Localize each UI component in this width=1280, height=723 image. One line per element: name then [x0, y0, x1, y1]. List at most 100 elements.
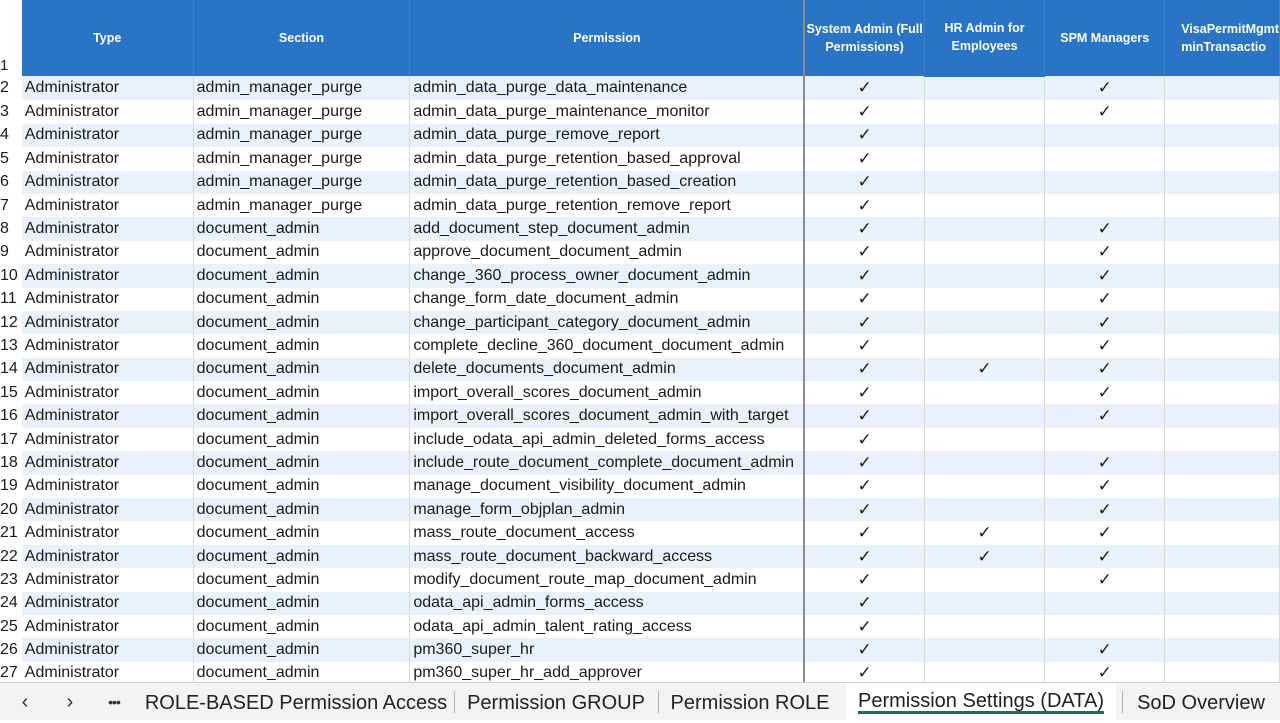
cell-spm-managers[interactable]: ✓ — [1044, 451, 1166, 475]
cell-section[interactable]: document_admin — [193, 638, 411, 662]
cell-hr-admin[interactable] — [924, 100, 1046, 124]
cell-type[interactable]: Administrator — [21, 264, 194, 288]
cell-hr-admin[interactable] — [924, 170, 1046, 194]
table-row[interactable]: 19 Administrator document_admin manage_docu… — [0, 474, 1280, 499]
cell-hr-admin[interactable] — [924, 638, 1046, 662]
cell-section[interactable]: document_admin — [193, 310, 411, 335]
cell-system-admin[interactable]: ✓ — [804, 521, 925, 545]
cell-visa-permit[interactable] — [1164, 193, 1280, 218]
table-row[interactable]: 14 Administrator document_admin delete_docu… — [0, 357, 1280, 382]
cell-system-admin[interactable]: ✓ — [804, 217, 925, 241]
cell-system-admin[interactable]: ✓ — [804, 381, 925, 405]
cell-permission[interactable]: modify_document_route_map_document_admin — [409, 568, 806, 592]
cell-visa-permit[interactable] — [1164, 264, 1280, 288]
column-header-system-admin[interactable]: System Admin (Full Permissions) — [804, 0, 925, 76]
cell-spm-managers[interactable]: ✓ — [1044, 310, 1166, 335]
cell-hr-admin[interactable] — [924, 381, 1046, 405]
table-row[interactable]: 8 Administrator document_admin add_document… — [0, 217, 1280, 241]
cell-section[interactable]: admin_manager_purge — [193, 147, 411, 171]
row-number[interactable]: 20 — [0, 498, 22, 522]
cell-spm-managers[interactable]: ✓ — [1044, 661, 1166, 682]
cell-system-admin[interactable]: ✓ — [804, 310, 925, 335]
cell-section[interactable]: admin_manager_purge — [193, 75, 411, 101]
cell-type[interactable]: Administrator — [21, 381, 194, 405]
cell-type[interactable]: Administrator — [21, 638, 194, 662]
cell-hr-admin[interactable] — [924, 614, 1046, 639]
cell-section[interactable]: document_admin — [193, 264, 411, 288]
cell-permission[interactable]: pm360_super_hr_add_approver — [409, 661, 806, 682]
table-row[interactable]: 13 Administrator document_admin complete_de… — [0, 334, 1280, 358]
cell-section[interactable]: document_admin — [193, 614, 411, 639]
cell-hr-admin[interactable] — [924, 240, 1046, 265]
row-number[interactable]: 26 — [0, 638, 22, 662]
cell-permission[interactable]: admin_data_purge_retention_based_approva… — [409, 147, 806, 171]
cell-permission[interactable]: change_form_date_document_admin — [409, 287, 806, 311]
cell-system-admin[interactable]: ✓ — [804, 240, 925, 265]
cell-system-admin[interactable]: ✓ — [804, 614, 925, 639]
row-number[interactable]: 17 — [0, 427, 22, 452]
table-row[interactable]: 24 Administrator document_admin odata_api_a… — [0, 591, 1280, 615]
cell-permission[interactable]: approve_document_document_admin — [409, 240, 806, 265]
tab-sod-overview[interactable]: SoD Overview — [1126, 683, 1276, 720]
cell-permission[interactable]: odata_api_admin_forms_access — [409, 591, 806, 615]
cell-type[interactable]: Administrator — [21, 427, 194, 452]
cell-hr-admin[interactable] — [924, 451, 1046, 475]
tab-role-based-permission-access[interactable]: ROLE-BASED Permission Access — [142, 683, 450, 720]
cell-visa-permit[interactable] — [1164, 310, 1280, 335]
row-number[interactable]: 21 — [0, 521, 22, 545]
more-sheets-icon[interactable]: ••• — [100, 689, 128, 715]
cell-permission[interactable]: import_overall_scores_document_admin — [409, 381, 806, 405]
table-row[interactable]: 10 Administrator document_admin change_360_… — [0, 264, 1280, 288]
table-row[interactable]: 12 Administrator document_admin change_part… — [0, 310, 1280, 335]
cell-hr-admin[interactable]: ✓ — [924, 521, 1046, 545]
cell-type[interactable]: Administrator — [21, 287, 194, 311]
row-number[interactable]: 11 — [0, 287, 22, 311]
cell-visa-permit[interactable] — [1164, 521, 1280, 545]
cell-spm-managers[interactable] — [1044, 193, 1166, 218]
cell-visa-permit[interactable] — [1164, 381, 1280, 405]
cell-visa-permit[interactable] — [1164, 334, 1280, 358]
table-row[interactable]: 5 Administrator admin_manager_purge admin_d… — [0, 147, 1280, 171]
cell-type[interactable]: Administrator — [21, 498, 194, 522]
cell-system-admin[interactable]: ✓ — [804, 474, 925, 499]
cell-system-admin[interactable]: ✓ — [804, 357, 925, 382]
cell-spm-managers[interactable]: ✓ — [1044, 357, 1166, 382]
cell-type[interactable]: Administrator — [21, 193, 194, 218]
cell-visa-permit[interactable] — [1164, 568, 1280, 592]
cell-type[interactable]: Administrator — [21, 100, 194, 124]
cell-permission[interactable]: admin_data_purge_remove_report — [409, 123, 806, 148]
cell-spm-managers[interactable]: ✓ — [1044, 638, 1166, 662]
cell-visa-permit[interactable] — [1164, 123, 1280, 148]
table-row[interactable]: 11 Administrator document_admin change_form… — [0, 287, 1280, 311]
cell-system-admin[interactable]: ✓ — [804, 334, 925, 358]
cell-type[interactable]: Administrator — [21, 661, 194, 682]
table-row[interactable]: 9 Administrator document_admin approve_docu… — [0, 240, 1280, 265]
cell-type[interactable]: Administrator — [21, 240, 194, 265]
cell-hr-admin[interactable] — [924, 147, 1046, 171]
cell-spm-managers[interactable]: ✓ — [1044, 264, 1166, 288]
cell-spm-managers[interactable]: ✓ — [1044, 498, 1166, 522]
cell-section[interactable]: document_admin — [193, 404, 411, 428]
cell-system-admin[interactable]: ✓ — [804, 123, 925, 148]
cell-permission[interactable]: admin_data_purge_maintenance_monitor — [409, 100, 806, 124]
row-number[interactable]: 4 — [0, 123, 22, 148]
row-number[interactable]: 16 — [0, 404, 22, 428]
cell-permission[interactable]: include_odata_api_admin_deleted_forms_ac… — [409, 427, 806, 452]
cell-spm-managers[interactable] — [1044, 170, 1166, 194]
cell-permission[interactable]: pm360_super_hr — [409, 638, 806, 662]
cell-hr-admin[interactable]: ✓ — [924, 357, 1046, 382]
cell-system-admin[interactable]: ✓ — [804, 451, 925, 475]
row-number[interactable]: 24 — [0, 591, 22, 615]
previous-sheet-icon[interactable]: ‹ — [11, 689, 39, 715]
cell-permission[interactable]: admin_data_purge_data_maintenance — [409, 75, 806, 101]
cell-permission[interactable]: mass_route_document_access — [409, 521, 806, 545]
cell-section[interactable]: document_admin — [193, 521, 411, 545]
cell-hr-admin[interactable] — [924, 217, 1046, 241]
table-row[interactable]: 17 Administrator document_admin include_oda… — [0, 427, 1280, 452]
row-number[interactable]: 22 — [0, 544, 22, 569]
cell-permission[interactable]: manage_form_objplan_admin — [409, 498, 806, 522]
cell-type[interactable]: Administrator — [21, 147, 194, 171]
cell-system-admin[interactable]: ✓ — [804, 638, 925, 662]
table-row[interactable]: 15 Administrator document_admin import_over… — [0, 381, 1280, 405]
row-number[interactable]: 6 — [0, 170, 22, 194]
